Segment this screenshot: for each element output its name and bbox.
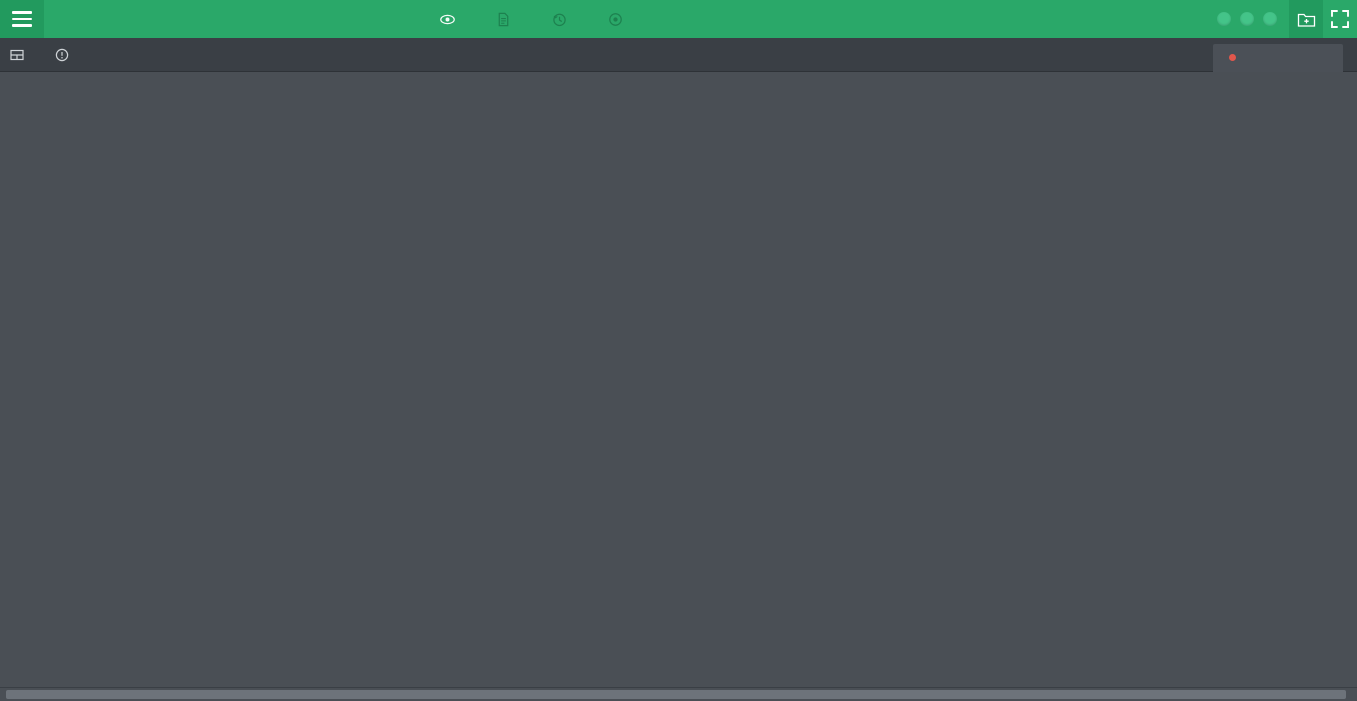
clock-back-icon <box>552 12 567 27</box>
tab-status-dot <box>1229 54 1236 61</box>
toolbar-item-violations[interactable] <box>43 38 88 72</box>
folder-plus-icon <box>1297 11 1316 28</box>
scrollbar-thumb[interactable] <box>6 690 1346 699</box>
alert-circle-icon <box>55 48 69 62</box>
nav-item-remote-control[interactable] <box>608 12 630 27</box>
eye-icon <box>440 12 455 27</box>
tab-all-users[interactable] <box>1213 43 1343 72</box>
nav-item-reports[interactable] <box>496 12 518 27</box>
status-circle <box>1263 12 1277 26</box>
fullscreen-button[interactable] <box>1323 0 1357 38</box>
fullscreen-icon <box>1330 9 1350 29</box>
hamburger-icon-line <box>12 17 32 21</box>
header-right-controls <box>1205 0 1357 38</box>
nav-item-tracker[interactable] <box>440 12 462 27</box>
remote-control-icon <box>608 12 623 27</box>
secondary-toolbar <box>0 38 1357 72</box>
horizontal-scrollbar[interactable] <box>0 687 1357 701</box>
toolbar-right <box>1185 38 1357 72</box>
status-circle <box>1217 12 1231 26</box>
hamburger-menu-button[interactable] <box>0 0 44 38</box>
main-navigation <box>440 0 630 38</box>
status-indicator-group <box>1205 12 1289 26</box>
hamburger-icon-line <box>12 24 32 27</box>
status-circle <box>1240 12 1254 26</box>
grid-icon <box>10 48 24 62</box>
add-tab-button[interactable] <box>1185 38 1213 72</box>
new-grid-button[interactable] <box>1289 0 1323 38</box>
app-header <box>0 0 1357 38</box>
nav-item-history[interactable] <box>552 12 574 27</box>
document-icon <box>496 12 511 27</box>
hamburger-icon-line <box>12 11 32 14</box>
monitor-grid <box>0 72 1357 687</box>
toolbar-item-grids[interactable] <box>0 38 43 72</box>
